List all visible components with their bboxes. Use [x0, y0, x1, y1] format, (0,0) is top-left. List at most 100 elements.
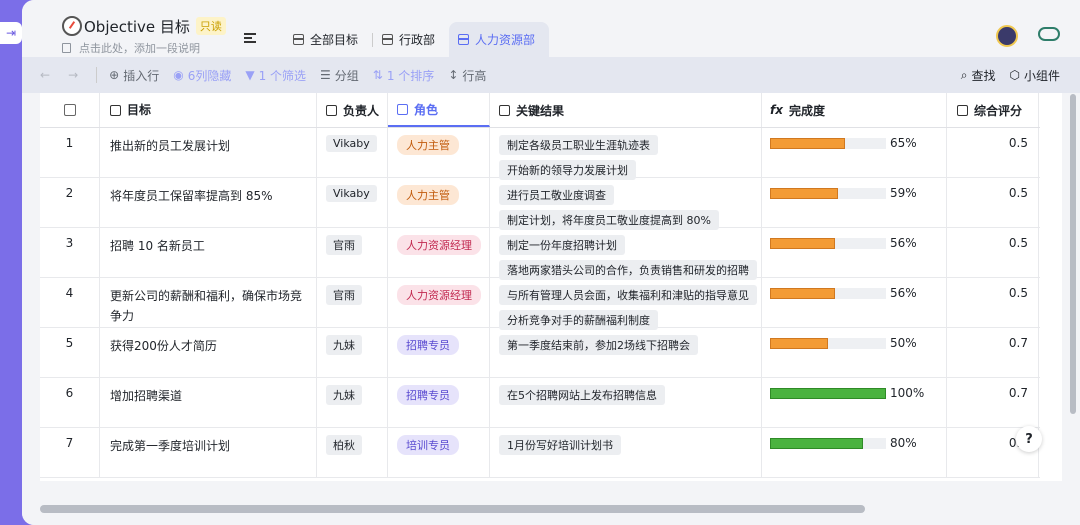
lookup-field-icon [397, 103, 408, 115]
link-field-icon [499, 104, 510, 116]
avatar[interactable] [996, 25, 1018, 47]
owner-cell[interactable]: Vikaby [317, 178, 388, 227]
compass-icon [62, 16, 82, 36]
role-cell[interactable]: 招聘专员 [388, 378, 490, 427]
goal-cell[interactable]: 获得200份人才简历 [100, 328, 317, 377]
horizontal-scrollbar[interactable] [40, 505, 865, 513]
goal-cell[interactable]: 更新公司的薪酬和福利，确保市场竞争力 [100, 278, 317, 327]
description-field[interactable]: 点击此处，添加一段说明 [62, 40, 226, 56]
role-cell[interactable]: 招聘专员 [388, 328, 490, 377]
key-result-tag[interactable]: 制定一份年度招聘计划 [499, 235, 625, 255]
owner-tag[interactable]: 柏秋 [326, 435, 362, 455]
goal-cell[interactable]: 将年度员工保留率提高到 85% [100, 178, 317, 227]
select-all-checkbox[interactable] [63, 104, 76, 116]
widgets-button[interactable]: ⬡ 小组件 [1010, 67, 1061, 84]
cloud-icon[interactable] [1038, 27, 1060, 41]
page-title: Objective 目标 [84, 17, 190, 36]
goal-cell[interactable]: 招聘 10 名新员工 [100, 228, 317, 277]
vertical-scrollbar[interactable] [1070, 94, 1076, 414]
key-results-cell[interactable]: 制定各级员工职业生涯轨迹表 开始新的领导力发展计划 [490, 128, 762, 180]
hidden-columns-button[interactable]: ◉ 6列隐藏 [173, 67, 231, 84]
key-results-cell[interactable]: 制定一份年度招聘计划落地两家猎头公司的合作，负责销售和研发的招聘 [490, 228, 762, 280]
key-result-tag[interactable]: 制定计划，将年度员工敬业度提高到 80% [499, 210, 719, 230]
owner-tag[interactable]: Vikaby [326, 135, 377, 152]
progress-bar [770, 287, 886, 299]
insert-row-button[interactable]: ⊕ 插入行 [109, 67, 159, 84]
key-result-tag[interactable]: 第一季度结束前，参加2场线下招聘会 [499, 335, 698, 355]
table-row[interactable]: 3 招聘 10 名新员工 官雨 人力资源经理 制定一份年度招聘计划 落地两家猎头公… [40, 228, 1040, 280]
role-cell[interactable]: 人力主管 [388, 178, 490, 227]
owner-cell[interactable]: 九妹 [317, 328, 388, 377]
key-result-tag[interactable]: 进行员工敬业度调查 [499, 185, 614, 205]
role-cell[interactable]: 人力资源经理 [388, 228, 490, 277]
goal-cell[interactable]: 推出新的员工发展计划 [100, 128, 317, 177]
row-index: 5 [40, 328, 100, 377]
column-header-goal[interactable]: 目标 [100, 93, 317, 127]
role-cell[interactable]: 人力资源经理 [388, 278, 490, 327]
sidebar-expand-icon[interactable]: ⇥ [0, 22, 22, 44]
key-results-cell[interactable]: 与所有管理人员会面，收集福利和津贴的指导意见 分析竞争对手的薪酬福利制度 [490, 278, 762, 330]
key-result-tag[interactable]: 制定各级员工职业生涯轨迹表 [499, 135, 658, 155]
row-height-button[interactable]: ↕ 行高 [448, 67, 486, 84]
owner-tag[interactable]: 九妹 [326, 385, 362, 405]
key-result-tag[interactable]: 开始新的领导力发展计划 [499, 160, 636, 180]
column-header-role[interactable]: 角色 [388, 93, 490, 127]
data-grid: 目标 负责人 角色 关键结果 fx 完成度 综合评分 1 推出新的员工发展计划 V… [40, 93, 1062, 481]
table-row[interactable]: 7 完成第一季度培训计划 柏秋 培训专员 1月份写好培训计划书 80% 0.7 [40, 428, 1040, 478]
search-button[interactable]: ⌕ 查找 [961, 67, 996, 84]
column-header-key-results[interactable]: 关键结果 [490, 93, 762, 127]
progress-label: 65% [890, 136, 917, 150]
insert-row-label: 插入行 [123, 68, 160, 83]
group-label: 分组 [334, 68, 359, 83]
progress-label: 59% [890, 186, 917, 200]
key-results-cell[interactable]: 在5个招聘网站上发布招聘信息 [490, 378, 762, 427]
owner-tag[interactable]: 九妹 [326, 335, 362, 355]
tab-admin[interactable]: 行政部 [373, 22, 449, 57]
key-result-tag[interactable]: 落地两家猎头公司的合作，负责销售和研发的招聘 [499, 260, 757, 280]
table-row[interactable]: 4 更新公司的薪酬和福利，确保市场竞争力 官雨 人力资源经理 与所有管理人员会面… [40, 278, 1040, 330]
column-header-owner[interactable]: 负责人 [317, 93, 388, 127]
search-icon: ⌕ [960, 67, 968, 82]
tab-hr[interactable]: 人力资源部 [449, 22, 550, 57]
undo-icon[interactable]: ← [40, 68, 54, 82]
completion-cell: 56% [762, 278, 947, 327]
owner-cell[interactable]: Vikaby [317, 128, 388, 177]
table-row[interactable]: 5 获得200份人才简历 九妹 招聘专员 第一季度结束前，参加2场线下招聘会 5… [40, 328, 1040, 378]
key-results-cell[interactable]: 进行员工敬业度调查制定计划，将年度员工敬业度提高到 80% [490, 178, 762, 230]
key-result-tag[interactable]: 在5个招聘网站上发布招聘信息 [499, 385, 665, 405]
owner-cell[interactable]: 柏秋 [317, 428, 388, 477]
owner-tag[interactable]: Vikaby [326, 185, 377, 202]
description-text[interactable]: 点击此处，添加一段说明 [79, 40, 200, 56]
table-row[interactable]: 6 增加招聘渠道 九妹 招聘专员 在5个招聘网站上发布招聘信息 100% 0.7 [40, 378, 1040, 428]
group-button[interactable]: ☰ 分组 [320, 67, 359, 84]
select-all-cell[interactable] [40, 93, 100, 127]
tab-all-objectives[interactable]: 全部目标 [284, 22, 372, 57]
score-cell: 0.5 [947, 228, 1039, 277]
role-cell[interactable]: 培训专员 [388, 428, 490, 477]
menu-icon[interactable] [244, 33, 256, 45]
key-result-tag[interactable]: 1月份写好培训计划书 [499, 435, 621, 455]
goal-cell[interactable]: 完成第一季度培训计划 [100, 428, 317, 477]
help-button[interactable]: ? [1016, 426, 1042, 452]
group-icon: ☰ [320, 68, 331, 82]
key-results-cell[interactable]: 1月份写好培训计划书 [490, 428, 762, 477]
owner-tag[interactable]: 官雨 [326, 235, 362, 255]
goal-cell[interactable]: 增加招聘渠道 [100, 378, 317, 427]
key-result-tag[interactable]: 与所有管理人员会面，收集福利和津贴的指导意见 [499, 285, 757, 305]
owner-tag[interactable]: 官雨 [326, 285, 362, 305]
owner-cell[interactable]: 官雨 [317, 278, 388, 327]
grid-view-icon [382, 34, 394, 45]
row-height-icon: ↕ [448, 68, 459, 82]
table-row[interactable]: 1 推出新的员工发展计划 Vikaby 人力主管 制定各级员工职业生涯轨迹表 开始… [40, 128, 1040, 180]
key-result-tag[interactable]: 分析竞争对手的薪酬福利制度 [499, 310, 658, 330]
redo-icon[interactable]: → [68, 68, 82, 82]
role-cell[interactable]: 人力主管 [388, 128, 490, 177]
column-header-completion[interactable]: fx 完成度 [762, 93, 947, 127]
filter-button[interactable]: ▼ 1 个筛选 [245, 67, 306, 84]
owner-cell[interactable]: 九妹 [317, 378, 388, 427]
key-results-cell[interactable]: 第一季度结束前，参加2场线下招聘会 [490, 328, 762, 377]
owner-cell[interactable]: 官雨 [317, 228, 388, 277]
sort-button[interactable]: ⇅ 1 个排序 [373, 67, 435, 84]
column-header-score[interactable]: 综合评分 [947, 93, 1039, 127]
table-row[interactable]: 2 将年度员工保留率提高到 85% Vikaby 人力主管 进行员工敬业度调查制… [40, 178, 1040, 230]
